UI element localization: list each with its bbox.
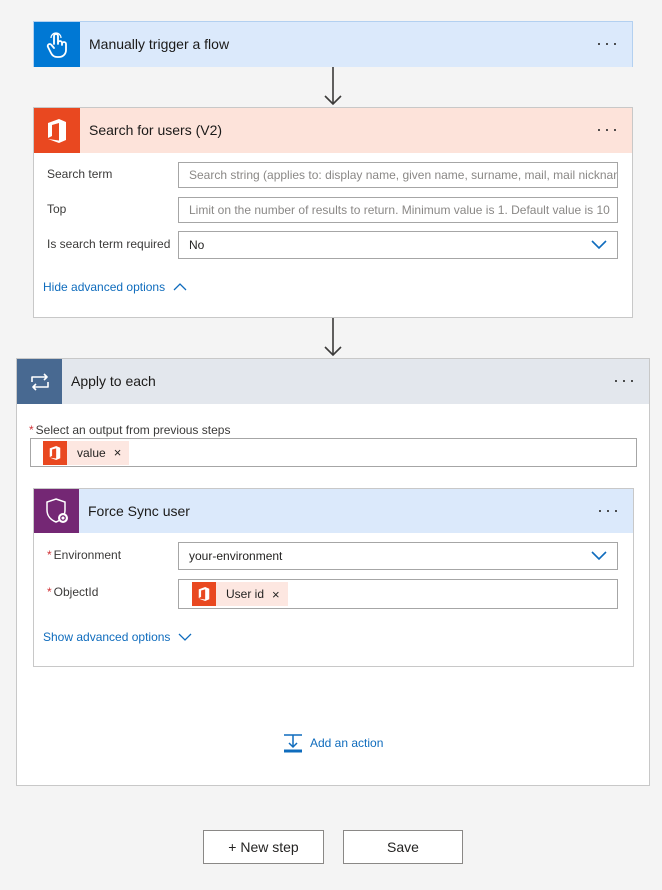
card-title: Manually trigger a flow <box>89 36 230 52</box>
apply-to-each-header[interactable]: Apply to each ··· <box>62 359 649 404</box>
more-options-button[interactable]: ··· <box>596 34 620 52</box>
search-users-header[interactable]: Search for users (V2) ··· <box>80 108 632 153</box>
object-id-input[interactable]: User id × <box>178 579 618 609</box>
object-id-label: * ObjectId <box>47 585 98 599</box>
more-options-button[interactable]: ··· <box>597 501 621 519</box>
required-mark: * <box>47 548 52 562</box>
card-title: Force Sync user <box>88 503 190 519</box>
card-title: Apply to each <box>71 373 156 389</box>
value-token[interactable]: value × <box>43 440 130 465</box>
add-action-icon <box>284 734 302 753</box>
chevron-down-icon <box>178 633 192 641</box>
user-id-token[interactable]: User id × <box>192 582 288 606</box>
hand-touch-icon <box>34 22 80 67</box>
office-icon <box>43 440 67 465</box>
remove-token-button[interactable]: × <box>114 445 122 460</box>
search-required-value: No <box>189 238 205 252</box>
environment-label-text: Environment <box>53 548 122 562</box>
select-output-label: * Select an output from previous steps <box>29 423 230 437</box>
add-an-action-button[interactable]: Add an action <box>283 733 383 753</box>
top-placeholder: Limit on the number of results to return… <box>189 203 610 217</box>
office-icon <box>192 582 216 606</box>
environment-label: * Environment <box>47 548 121 562</box>
token-label: value <box>77 445 106 460</box>
force-sync-user-card: Force Sync user ··· * Environment your-en… <box>33 488 634 667</box>
environment-value: your-environment <box>189 549 283 563</box>
shield-gear-icon <box>34 489 79 533</box>
new-step-button[interactable]: + New step <box>203 830 324 864</box>
required-mark: * <box>29 423 34 437</box>
search-term-label: Search term <box>47 167 113 181</box>
apply-to-each-card: Apply to each ··· * Select an output from… <box>16 358 650 786</box>
chevron-up-icon <box>173 283 187 291</box>
search-term-placeholder: Search string (applies to: display name,… <box>189 168 618 182</box>
trigger-card[interactable]: Manually trigger a flow ··· <box>33 21 633 67</box>
chevron-down-icon <box>591 551 607 561</box>
select-output-input[interactable]: value × <box>30 438 637 467</box>
top-input[interactable]: Limit on the number of results to return… <box>178 197 618 223</box>
show-advanced-options-link[interactable]: Show advanced options <box>43 630 192 644</box>
office-icon <box>34 108 80 153</box>
search-term-input[interactable]: Search string (applies to: display name,… <box>178 162 618 188</box>
trigger-header[interactable]: Manually trigger a flow ··· <box>80 22 632 67</box>
search-users-card: Search for users (V2) ··· Search term Se… <box>33 107 633 318</box>
add-an-action-label: Add an action <box>310 736 384 750</box>
connector-arrow <box>324 67 342 106</box>
card-title: Search for users (V2) <box>89 122 223 138</box>
show-advanced-options-label: Show advanced options <box>43 630 171 644</box>
required-mark: * <box>47 585 52 599</box>
more-options-button[interactable]: ··· <box>613 371 637 389</box>
loop-icon <box>17 359 62 404</box>
token-label: User id <box>226 587 265 601</box>
select-output-text: Select an output from previous steps <box>35 423 231 437</box>
search-required-label: Is search term required <box>47 237 171 251</box>
top-label: Top <box>47 202 67 216</box>
chevron-down-icon <box>591 240 607 250</box>
remove-token-button[interactable]: × <box>272 587 280 602</box>
save-button[interactable]: Save <box>343 830 463 864</box>
hide-advanced-options-link[interactable]: Hide advanced options <box>43 280 187 294</box>
connector-arrow <box>324 318 342 357</box>
object-id-label-text: ObjectId <box>53 585 99 599</box>
hide-advanced-options-label: Hide advanced options <box>43 280 166 294</box>
more-options-button[interactable]: ··· <box>596 120 620 138</box>
search-required-select[interactable]: No <box>178 231 618 259</box>
environment-select[interactable]: your-environment <box>178 542 618 570</box>
force-sync-user-header[interactable]: Force Sync user ··· <box>79 489 633 533</box>
